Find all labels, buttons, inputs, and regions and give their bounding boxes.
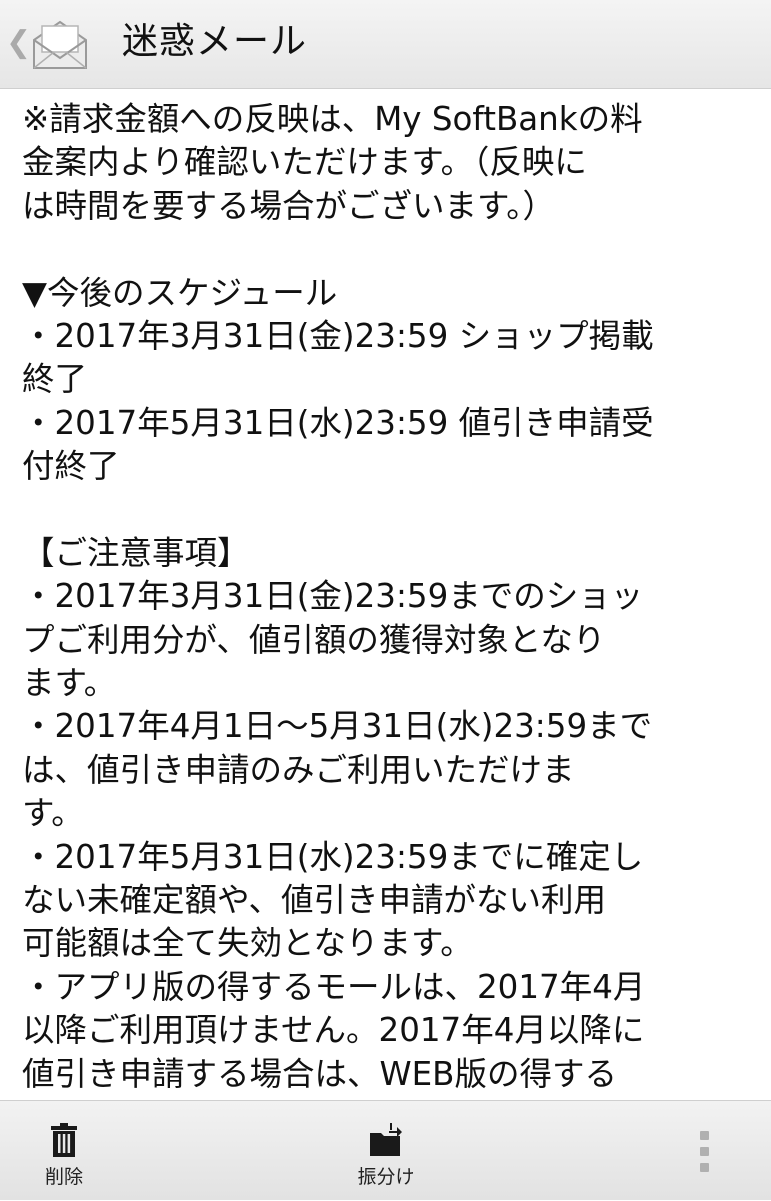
page-title: 迷惑メール — [122, 21, 308, 62]
overflow-menu-icon[interactable] — [694, 1125, 714, 1181]
message-line: プご利用分が、値引額の獲得対象となり — [22, 620, 606, 659]
message-line: ・2017年3月31日(金)23:59 ショップ掲載 — [22, 316, 654, 355]
delete-label: 削除 — [44, 1166, 83, 1188]
message-line: す。 — [22, 794, 84, 833]
message-line: ・2017年5月31日(水)23:59 値引き申請受 — [22, 403, 654, 442]
title-bar: ❮ 迷惑メール — [0, 0, 771, 89]
message-line: 【ご注意事項】 — [22, 533, 250, 572]
message-text: ※請求金額への反映は、My SoftBankの料 金案内より確認いただけます。（反… — [22, 98, 757, 1096]
message-line: ます。 — [22, 664, 117, 703]
message-line: 金案内より確認いただけます。（反映に — [22, 143, 587, 182]
message-line: 付終了 — [22, 447, 120, 486]
message-line: 以降ご利用頂けません。2017年4月以降に — [22, 1011, 645, 1050]
folder-move-icon — [370, 1123, 402, 1156]
message-line: ※請求金額への反映は、My SoftBankの料 — [22, 100, 643, 138]
delete-button[interactable]: 削除 — [20, 1101, 108, 1201]
message-line: ・2017年3月31日(金)23:59までのショッ — [22, 577, 644, 616]
message-line: 可能額は全て失効となります。 — [22, 924, 473, 963]
back-chevron-icon[interactable]: ❮ — [6, 26, 31, 60]
sort-button[interactable]: 振分け — [340, 1101, 432, 1201]
message-body[interactable]: ※請求金額への反映は、My SoftBankの料 金案内より確認いただけます。（反… — [0, 90, 771, 1100]
message-line: ない未確定額や、値引き申請がない利用 — [22, 881, 607, 920]
sort-label: 振分け — [357, 1166, 415, 1188]
envelope-open-icon[interactable] — [28, 14, 92, 74]
bottom-toolbar: 削除 振分け — [0, 1100, 771, 1200]
message-line: ・2017年5月31日(水)23:59までに確定し — [22, 837, 644, 876]
message-line: 値引き申請する場合は、WEB版の得する — [22, 1054, 617, 1093]
message-line: は、値引き申請のみご利用いただけま — [22, 750, 575, 789]
message-line: 終了 — [22, 360, 88, 399]
message-line: ・2017年4月1日～5月31日(水)23:59まで — [22, 707, 653, 746]
message-line: ・アプリ版の得するモールは、2017年4月 — [22, 967, 646, 1006]
message-line: ▼今後のスケジュール — [22, 273, 338, 312]
message-line: は時間を要する場合がございます。） — [22, 186, 556, 225]
trash-icon — [51, 1123, 77, 1157]
